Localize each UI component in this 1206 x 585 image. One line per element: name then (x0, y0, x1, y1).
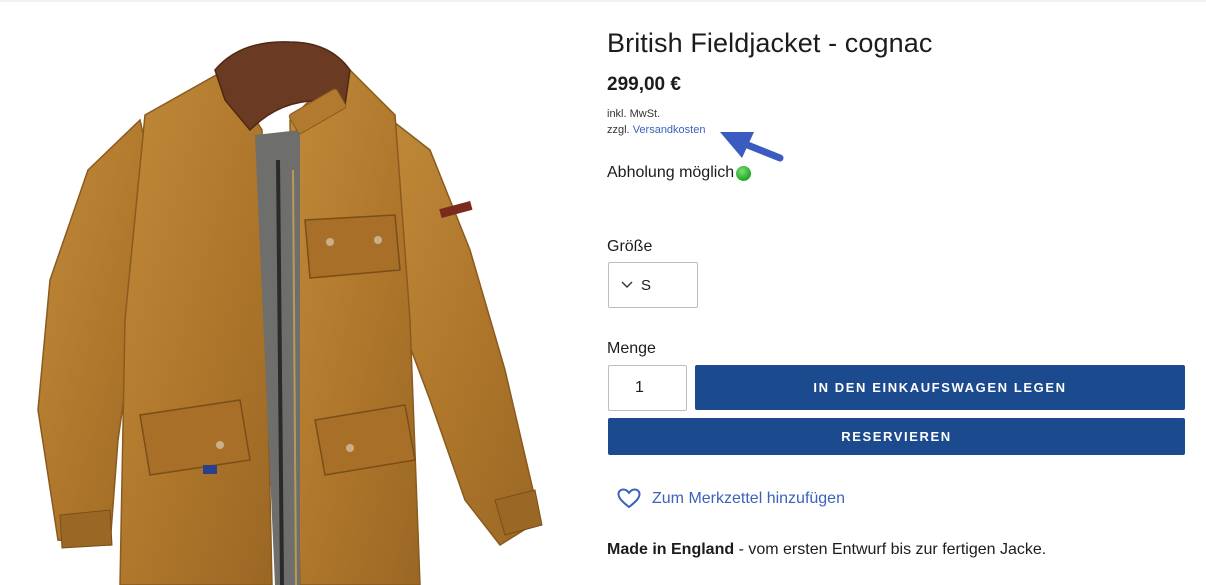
pickup-label: Abholung möglich (607, 164, 735, 181)
heart-icon (617, 488, 641, 509)
tax-note: inkl. MwSt. (607, 108, 661, 120)
product-title: British Fieldjacket - cognac (607, 28, 933, 58)
size-label: Größe (607, 238, 653, 255)
arrow-pointer-icon (718, 128, 786, 166)
reserve-button[interactable]: RESERVIEREN (608, 418, 1185, 455)
shipping-prefix: zzgl. (607, 124, 633, 136)
shipping-costs-link[interactable]: Versandkosten (633, 124, 706, 136)
product-image[interactable] (0, 20, 580, 585)
wishlist-label: Zum Merkzettel hinzufügen (652, 489, 845, 507)
made-in-description: Made in England - vom ersten Entwurf bis… (607, 541, 1046, 559)
shipping-note: zzgl. Versandkosten (607, 124, 705, 136)
availability-dot-icon (736, 165, 752, 181)
chevron-down-icon (621, 281, 633, 288)
add-to-wishlist-link[interactable]: Zum Merkzettel hinzufügen (617, 488, 845, 509)
size-select[interactable]: S (608, 262, 698, 308)
quantity-label: Menge (607, 340, 656, 357)
size-value: S (641, 276, 652, 294)
pickup-availability: Abholung möglich (607, 164, 752, 182)
top-divider (0, 0, 1206, 2)
add-to-cart-button[interactable]: IN DEN EINKAUFSWAGEN LEGEN (695, 365, 1185, 410)
product-price: 299,00 € (607, 74, 681, 95)
quantity-input[interactable]: 1 (608, 365, 687, 411)
quantity-value: 1 (635, 379, 644, 396)
made-in-rest: - vom ersten Entwurf bis zur fertigen Ja… (734, 541, 1047, 558)
made-in-bold: Made in England (607, 541, 735, 558)
